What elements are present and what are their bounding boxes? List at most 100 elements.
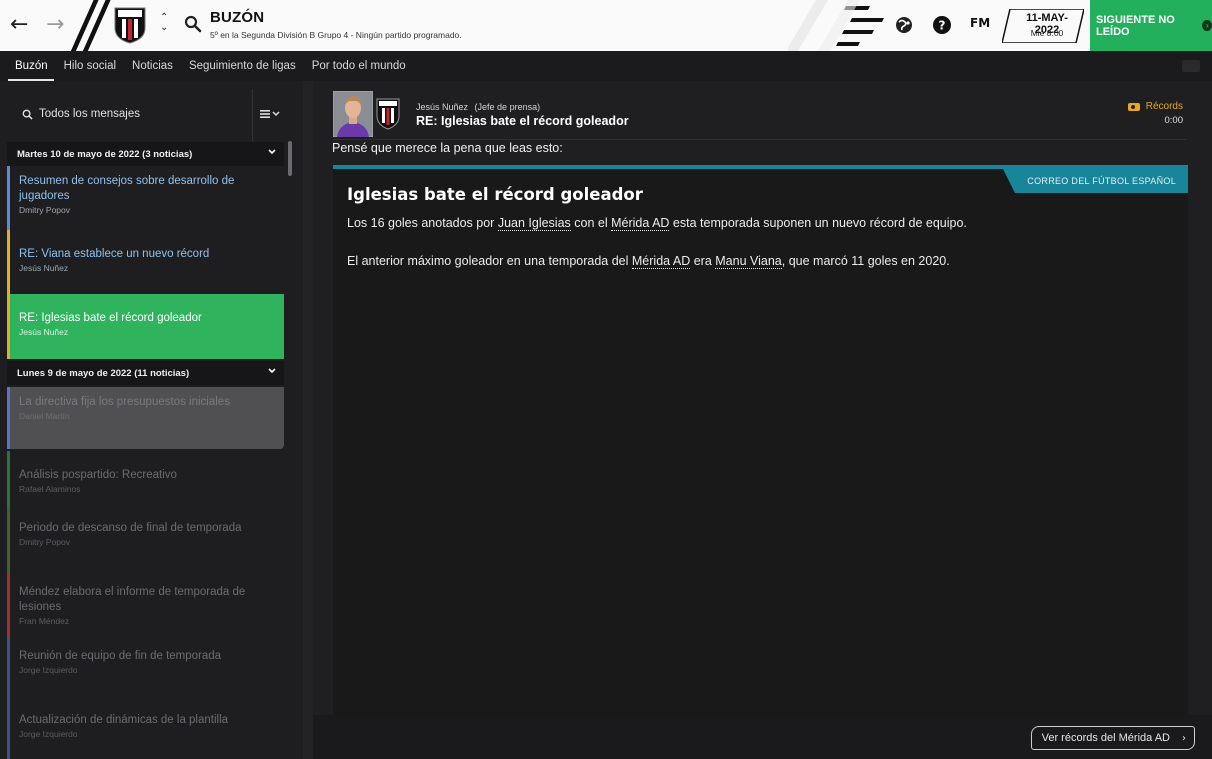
message-subject: Análisis pospartido: Recreativo — [19, 469, 177, 481]
chevron-down-icon — [268, 368, 276, 374]
category-stripe — [7, 701, 10, 759]
next-unread-button[interactable]: SIGUIENTE NO LEÍDO › — [1090, 0, 1212, 51]
message-subject: La directiva fija los presupuestos inici… — [19, 396, 230, 408]
article-title: Iglesias bate el récord goleador — [347, 185, 643, 204]
category-stripe — [7, 387, 10, 449]
list-item[interactable]: La directiva fija los presupuestos inici… — [7, 387, 284, 449]
message-sender: Daniel Martín — [19, 411, 70, 421]
message-sender: Fran Méndez — [19, 616, 70, 626]
chevron-right-icon: › — [1182, 733, 1186, 744]
message-sender: Dmitry Popov — [19, 205, 71, 215]
message-view: Jesús Nuñez (Jefe de prensa) RE: Iglesia… — [313, 81, 1212, 759]
list-item-selected[interactable]: RE: Iglesias bate el récord goleador Jes… — [7, 294, 284, 359]
club-switch-icon[interactable]: ⌃ ⌄ — [160, 13, 168, 33]
list-item[interactable]: Resumen de consejos sobre desarrollo de … — [7, 166, 284, 230]
panel-toggle-icon[interactable] — [1182, 60, 1200, 72]
tab-bar: Buzón Hilo social Noticias Seguimiento d… — [0, 51, 1212, 81]
group-header-label: Lunes 9 de mayo de 2022 (11 noticias) — [17, 367, 190, 379]
divider — [333, 139, 1187, 140]
group-header[interactable]: Martes 10 de mayo de 2022 (3 noticias) — [7, 142, 284, 166]
message-intro: Pensé que merece la pena que leas esto: — [332, 141, 563, 155]
sender-role: (Jefe de prensa) — [474, 102, 541, 112]
club-crest-icon[interactable] — [376, 98, 400, 130]
list-item[interactable]: RE: Viana establece un nuevo récord Jesú… — [7, 230, 284, 294]
tab-inbox[interactable]: Buzón — [8, 51, 54, 81]
panel-divider — [303, 81, 313, 759]
category-label: Récords — [1145, 101, 1183, 112]
player-link[interactable]: Juan Iglesias — [497, 216, 571, 231]
message-sidebar: Todos los mensajes Martes 10 de mayo de … — [0, 81, 303, 759]
world-icon[interactable] — [893, 14, 915, 36]
group-header-label: Martes 10 de mayo de 2022 (3 noticias) — [17, 148, 193, 160]
text: esta temporada suponen un nuevo récord d… — [669, 216, 967, 230]
list-item[interactable]: Análisis pospartido: Recreativo Rafael A… — [7, 451, 284, 507]
divider — [252, 89, 253, 141]
article-paragraph: El anterior máximo goleador en una tempo… — [347, 254, 1167, 269]
message-category: Récords — [1127, 101, 1183, 112]
list-item[interactable]: Reunión de equipo de fin de temporada Jo… — [7, 637, 284, 701]
fm-logo[interactable]: FM — [970, 16, 990, 30]
message-subject: Méndez elabora el informe de temporada d… — [19, 586, 246, 613]
category-stripe — [7, 451, 10, 507]
message-title: RE: Iglesias bate el récord goleador — [416, 114, 629, 128]
search-icon[interactable] — [183, 14, 203, 34]
next-unread-label: SIGUIENTE NO LEÍDO — [1096, 13, 1175, 38]
tab-social-feed[interactable]: Hilo social — [64, 51, 116, 81]
message-subject: Resumen de consejos sobre desarrollo de … — [19, 175, 235, 202]
club-link[interactable]: Mérida AD — [631, 254, 691, 269]
message-sender: Rafael Alaminos — [19, 484, 81, 494]
decorative-stripes — [788, 0, 884, 51]
chevron-right-icon: › — [1202, 20, 1212, 31]
category-stripe — [7, 166, 10, 230]
message-subject: Periodo de descanso de final de temporad… — [19, 522, 242, 534]
current-day-time: Mié 8:00 — [1030, 28, 1064, 38]
sort-menu-icon[interactable] — [256, 101, 284, 127]
message-time: 0:00 — [1164, 115, 1184, 126]
message-filter[interactable]: Todos los mensajes — [8, 101, 252, 127]
back-arrow-icon[interactable]: ← — [10, 12, 28, 38]
text: con el — [570, 216, 612, 230]
sender-name[interactable]: Jesús Nuñez — [416, 102, 468, 112]
tab-news[interactable]: Noticias — [132, 51, 173, 81]
article-paragraph: Los 16 goles anotados por Juan Iglesias … — [347, 216, 1167, 231]
list-item[interactable]: Actualización de dinámicas de la plantil… — [7, 701, 284, 759]
message-subject: RE: Iglesias bate el récord goleador — [19, 312, 202, 324]
text: , que marcó 11 goles en 2020. — [781, 254, 950, 268]
category-stripe — [7, 573, 10, 637]
message-sender: Jesús Nuñez — [19, 327, 69, 337]
news-article: CORREO DEL FÚTBOL ESPAÑOL Iglesias bate … — [333, 165, 1188, 759]
category-stripe — [7, 507, 10, 573]
club-crest-icon[interactable] — [113, 6, 147, 44]
text: El anterior máximo goleador en una tempo… — [347, 254, 632, 268]
list-item[interactable]: Méndez elabora el informe de temporada d… — [7, 573, 284, 637]
view-records-button[interactable]: Ver récords del Mérida AD › — [1030, 726, 1195, 750]
group-header[interactable]: Lunes 9 de mayo de 2022 (11 noticias) — [7, 361, 284, 385]
chevron-down-icon — [268, 149, 276, 155]
club-link[interactable]: Mérida AD — [611, 216, 670, 231]
message-sender: Jorge Izquierdo — [19, 665, 78, 675]
message-sender: Dmitry Popov — [19, 537, 71, 547]
message-sender: Jorge Izquierdo — [19, 729, 78, 739]
category-stripe — [7, 230, 10, 294]
text: Los 16 goles anotados por — [347, 216, 498, 230]
search-icon — [22, 109, 33, 120]
category-stripe — [7, 637, 10, 701]
svg-text:?: ? — [939, 19, 946, 33]
message-subject: Reunión de equipo de fin de temporada — [19, 650, 222, 662]
ticket-icon — [1127, 102, 1140, 111]
player-link[interactable]: Manu Viana — [715, 254, 782, 269]
tab-around-world[interactable]: Por todo el mundo — [312, 51, 406, 81]
view-records-label: Ver récords del Mérida AD — [1041, 732, 1170, 744]
sender-avatar[interactable] — [333, 91, 373, 137]
list-item[interactable]: Periodo de descanso de final de temporad… — [7, 507, 284, 573]
message-from: Jesús Nuñez (Jefe de prensa) — [416, 102, 540, 112]
forward-arrow-icon[interactable]: → — [46, 12, 64, 38]
scrollbar[interactable] — [288, 141, 292, 176]
tab-league-tracking[interactable]: Seguimiento de ligas — [189, 51, 296, 81]
category-stripe — [7, 294, 10, 359]
message-filter-label: Todos los mensajes — [39, 108, 140, 120]
message-subject: Actualización de dinámicas de la plantil… — [19, 714, 229, 726]
page-title: BUZÓN — [210, 9, 265, 26]
help-icon[interactable]: ? — [931, 14, 953, 36]
text: era — [690, 254, 716, 268]
